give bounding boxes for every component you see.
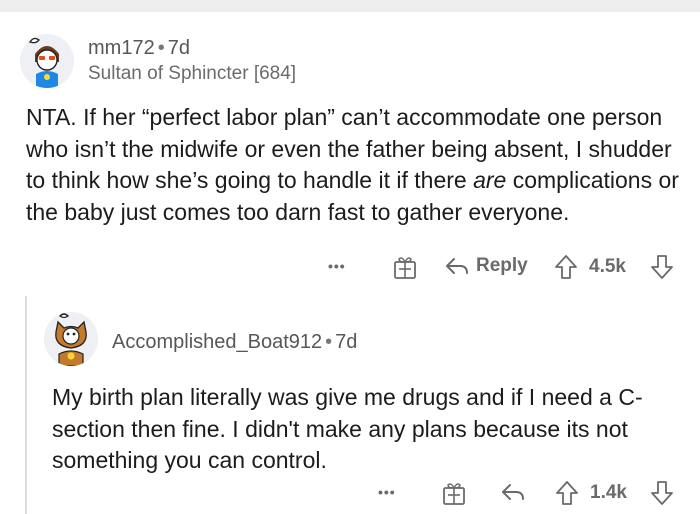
comment-header: mm172 • 7d — [88, 37, 190, 60]
more-icon[interactable]: ••• — [378, 484, 396, 500]
vote-count: 1.4k — [590, 482, 627, 503]
upvote-icon — [556, 481, 578, 505]
comment-age: 7d — [335, 331, 358, 353]
comment-body: NTA. If her “perfect labor plan” can’t a… — [26, 104, 679, 225]
reply-label: Reply — [476, 255, 528, 276]
upvote-button[interactable] — [555, 480, 579, 506]
comment-body: My birth plan literally was give me drug… — [52, 384, 643, 473]
comment: mm172 • 7d Sultan of Sphincter [684] NTA. … — [0, 12, 700, 290]
reply-button[interactable] — [500, 480, 526, 504]
separator-dot: • — [325, 331, 333, 353]
downvote-icon — [651, 255, 673, 279]
downvote-button[interactable] — [650, 480, 674, 506]
username[interactable]: mm172 — [88, 37, 155, 59]
upvote-icon — [555, 255, 577, 279]
user-flair: Sultan of Sphincter [684] — [88, 63, 297, 84]
avatar[interactable] — [20, 34, 74, 88]
reply-arrow-icon — [502, 484, 524, 500]
vote-count: 4.5k — [589, 256, 626, 277]
reply-arrow-icon — [446, 258, 468, 274]
reply-comment: Accomplished_Boat912 • 7d My birth plan li… — [0, 290, 700, 514]
username[interactable]: Accomplished_Boat912 — [112, 331, 322, 353]
comment-age: 7d — [167, 37, 190, 59]
comment-actions: ••• 1.4k — [0, 478, 700, 508]
emphasis: are — [473, 167, 507, 193]
upvote-button[interactable] — [554, 254, 578, 280]
top-divider-bar — [0, 0, 700, 12]
reply-button[interactable]: Reply — [444, 254, 528, 278]
comment-actions: ••• Reply 4.5k — [0, 252, 700, 282]
downvote-icon — [651, 481, 673, 505]
separator-dot: • — [157, 37, 165, 59]
avatar[interactable] — [44, 312, 98, 366]
gift-award-icon[interactable] — [441, 480, 467, 506]
comment-header: Accomplished_Boat912 • 7d — [112, 331, 357, 354]
gift-award-icon[interactable] — [392, 254, 418, 280]
downvote-button[interactable] — [650, 254, 674, 280]
more-icon[interactable]: ••• — [328, 258, 346, 274]
